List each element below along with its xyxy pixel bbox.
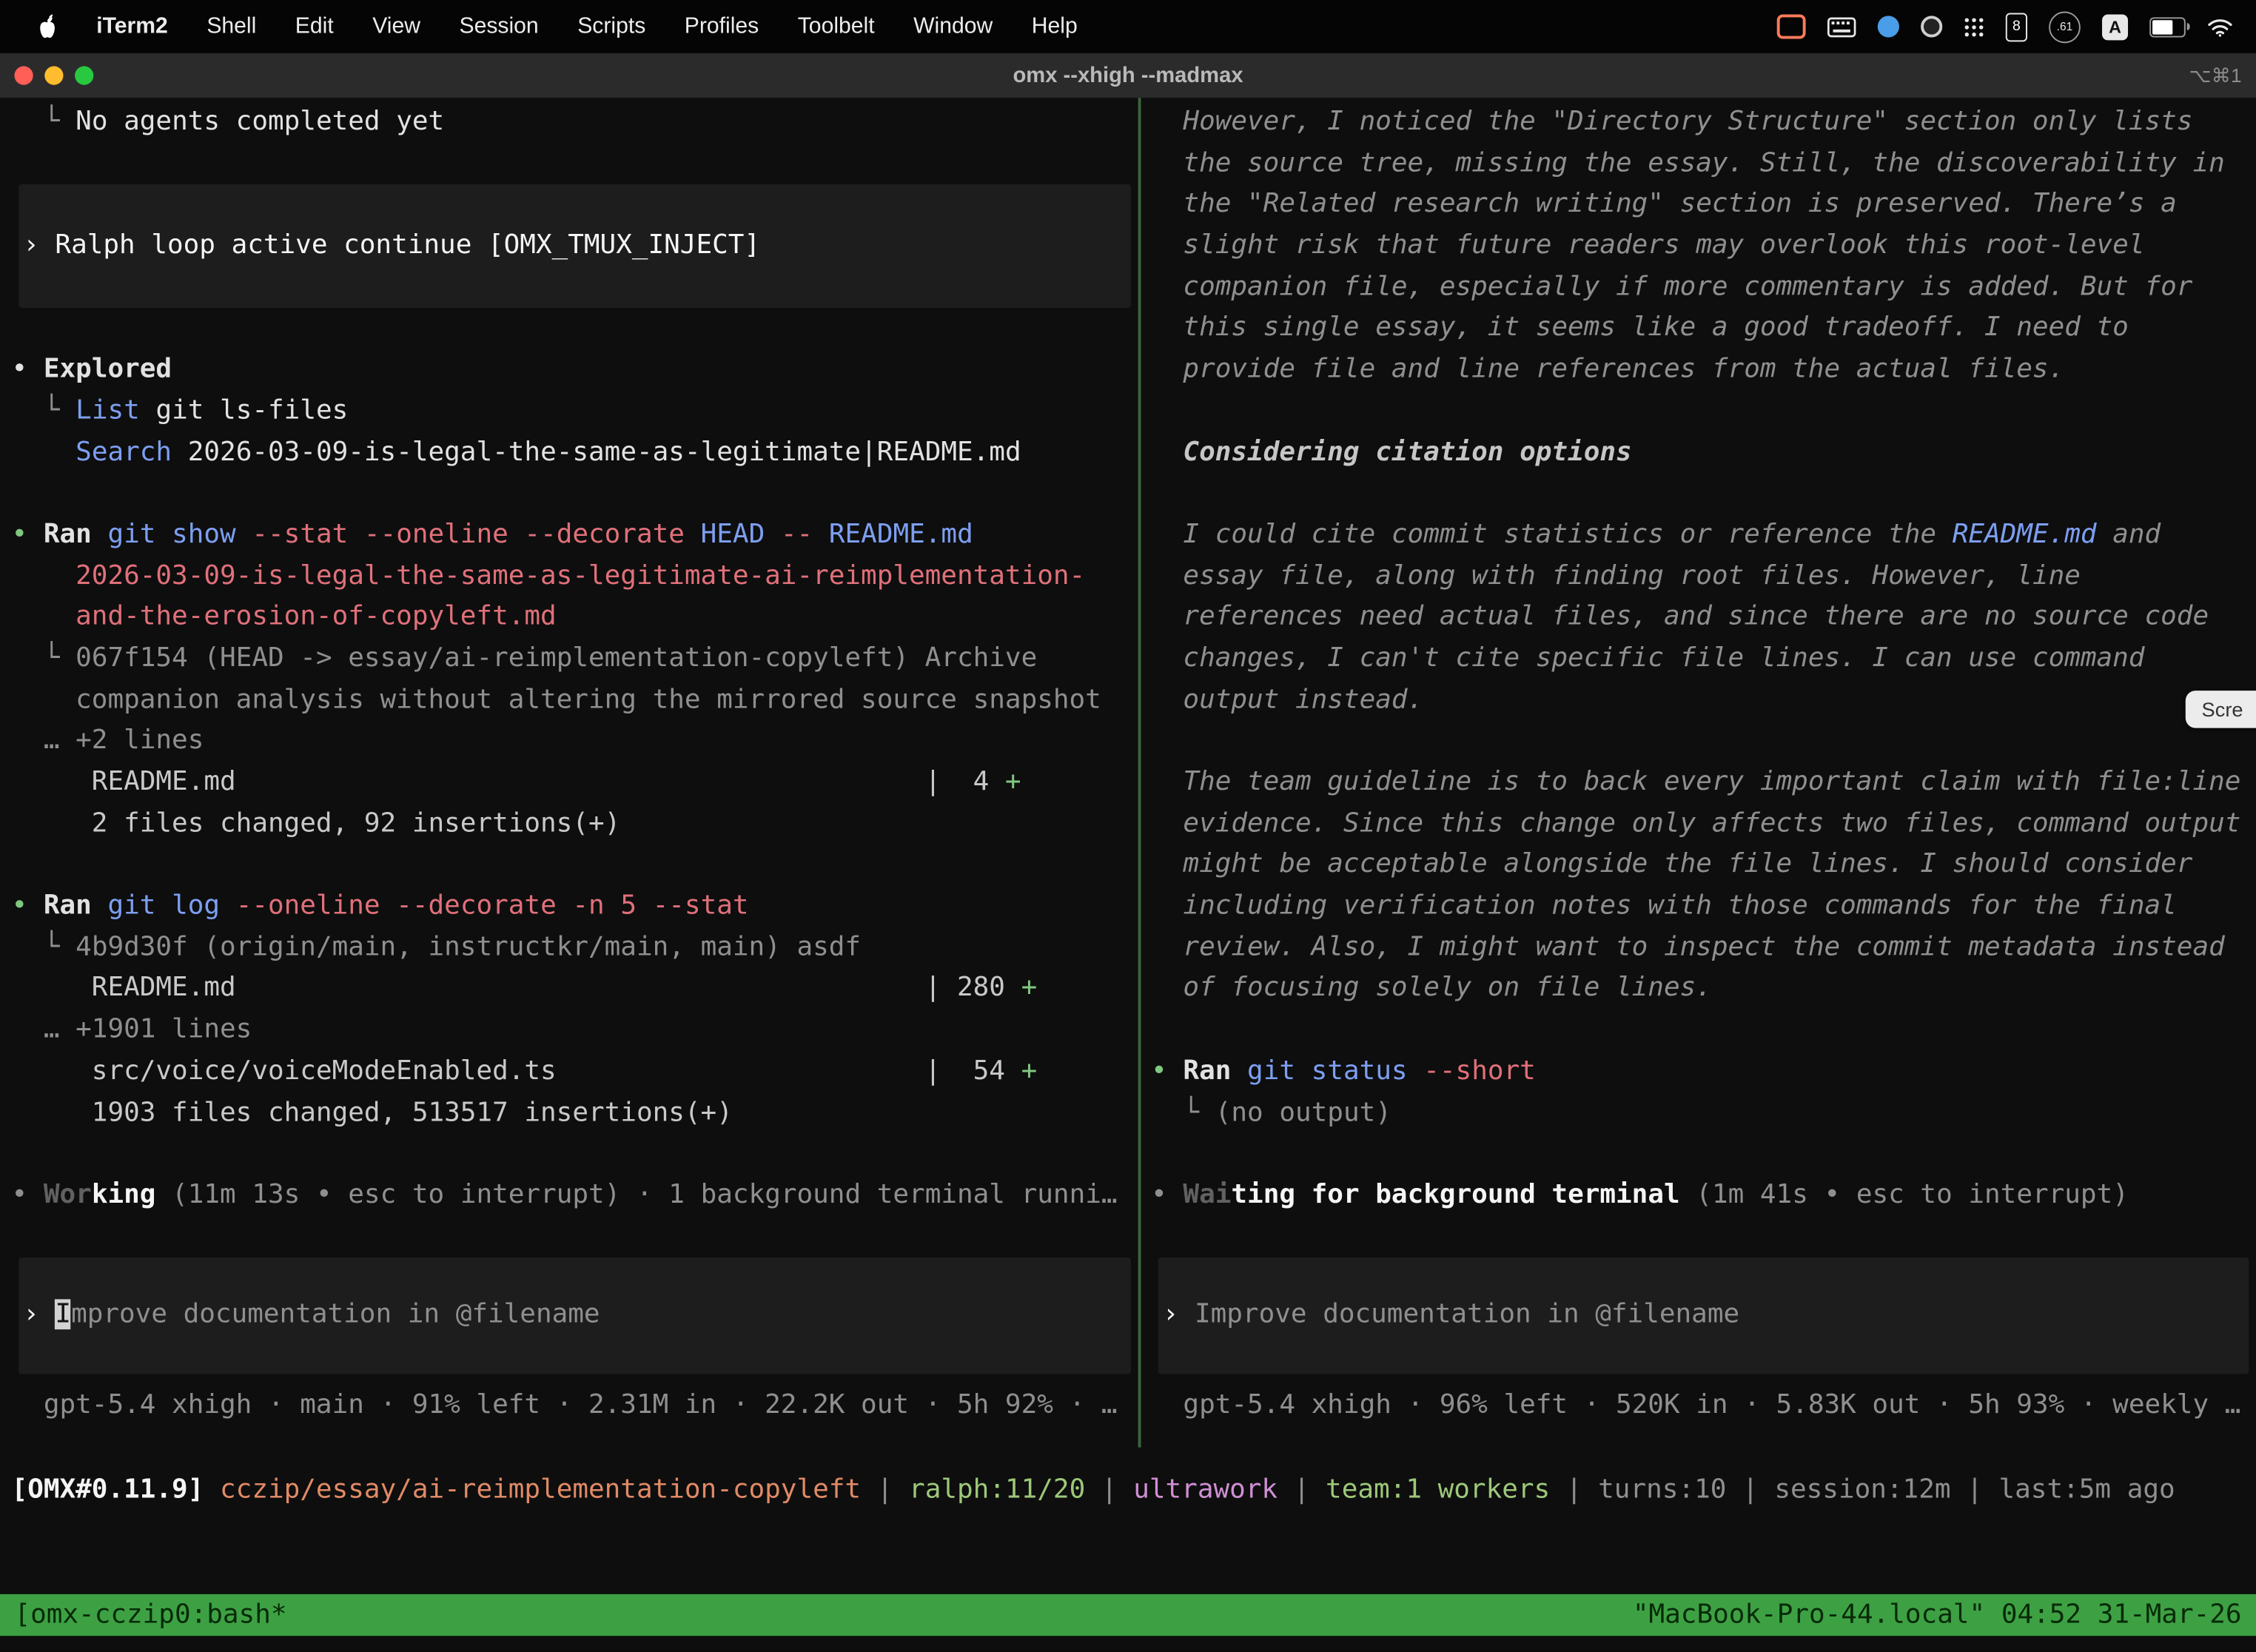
waiting-status-line: • Waiting for background terminal (1m 41… xyxy=(1151,1175,2256,1217)
thinking-line: including verification notes with those … xyxy=(1151,887,2256,928)
spacer-line xyxy=(1151,722,2256,763)
git-log-output-line: └ 4b9d30f (origin/main, instructkr/main,… xyxy=(12,927,1138,969)
screen: iTerm2 Shell Edit View Session Scripts P… xyxy=(0,0,2256,1652)
thinking-line: might be acceptable alongside the file l… xyxy=(1151,845,2256,887)
model-status-line: gpt-5.4 xhigh · main · 91% left · 2.31M … xyxy=(12,1386,1138,1428)
thinking-line: However, I noticed the "Directory Struct… xyxy=(1151,102,2256,144)
prompt-input-box[interactable]: › Improve documentation in @filename xyxy=(1158,1258,2249,1374)
omx-session-status-bar: [OMX#0.11.9] cczip/essay/ai-reimplementa… xyxy=(0,1450,2256,1594)
menu-session[interactable]: Session xyxy=(459,13,538,39)
terminal-window: └ No agents completed yet › Ralph loop a… xyxy=(0,98,2256,1651)
right-agent-pane[interactable]: However, I noticed the "Directory Struct… xyxy=(1141,98,2256,1450)
battery-nub xyxy=(2186,22,2190,30)
menu-scripts[interactable]: Scripts xyxy=(577,13,645,39)
model-status-line: gpt-5.4 xhigh · 96% left · 520K in · 5.8… xyxy=(1151,1386,2256,1427)
git-show-summary-line: 2 files changed, 92 insertions(+) xyxy=(12,804,1138,845)
app-grid-icon[interactable] xyxy=(1964,16,1984,36)
thinking-line: provide file and line references from th… xyxy=(1151,350,2256,392)
spacer-line xyxy=(1151,1134,2256,1175)
git-log-summary-line: 1903 files changed, 513517 insertions(+) xyxy=(12,1092,1138,1134)
macos-menu-bar: iTerm2 Shell Edit View Session Scripts P… xyxy=(0,0,2256,53)
explored-list-line: └ List git ls-files xyxy=(12,391,1138,432)
prompt-input-line[interactable]: › Improve documentation in @filename xyxy=(23,1295,600,1337)
ran-git-log-line: • Ran git log --oneline --decorate -n 5 … xyxy=(12,887,1138,928)
spacer-line xyxy=(12,1217,1138,1258)
spacer-line xyxy=(1151,1217,2256,1258)
git-show-output-line: companion analysis without altering the … xyxy=(12,680,1138,722)
thinking-line: references need actual files, and since … xyxy=(1151,597,2256,639)
menubar-app-name[interactable]: iTerm2 xyxy=(96,13,168,39)
battery-fill xyxy=(2152,19,2172,33)
phone-icon[interactable]: 8 xyxy=(2006,13,2027,41)
thinking-line: this single essay, it seems like a good … xyxy=(1151,309,2256,350)
wifi-icon[interactable] xyxy=(2207,16,2233,36)
ran-git-show-line: • Ran git show --stat --oneline --decora… xyxy=(12,515,1138,557)
thinking-line: review. Also, I might want to inspect th… xyxy=(1151,927,2256,969)
thinking-line: changes, I can't cite specific file line… xyxy=(1151,639,2256,680)
tmux-session-window-label: [omx-cczip0:bash* xyxy=(14,1600,286,1631)
thinking-line: The team guideline is to back every impo… xyxy=(1151,762,2256,804)
agents-status-line: └ No agents completed yet xyxy=(12,102,1138,144)
thinking-line: evidence. Since this change only affects… xyxy=(1151,804,2256,845)
explored-search-line: Search 2026-03-09-is-legal-the-same-as-l… xyxy=(12,432,1138,474)
keyboard-icon[interactable] xyxy=(1827,16,1856,36)
thinking-line: the source tree, missing the essay. Stil… xyxy=(1151,144,2256,185)
ralph-inject-banner: › Ralph loop active continue [OMX_TMUX_I… xyxy=(19,185,1131,309)
apple-logo-icon[interactable] xyxy=(38,14,58,38)
camera-lens-icon[interactable] xyxy=(1921,16,1942,37)
git-show-more-line: … +2 lines xyxy=(12,722,1138,763)
window-title: omx --xhigh --madmax xyxy=(0,64,2256,88)
thinking-line: slight risk that future readers may over… xyxy=(1151,226,2256,267)
git-show-arg-line: and-the-erosion-of-copyleft.md xyxy=(12,597,1138,639)
git-log-more-line: … +1901 lines xyxy=(12,1010,1138,1052)
git-status-output-line: └ (no output) xyxy=(1151,1092,2256,1134)
screen-share-overlay-button[interactable]: Scre xyxy=(2186,691,2256,728)
prompt-input-line[interactable]: › Improve documentation in @filename xyxy=(1163,1295,1739,1337)
menu-view[interactable]: View xyxy=(372,13,420,39)
spacer-line xyxy=(1151,391,2256,432)
spacer-line xyxy=(1151,474,2256,515)
ran-git-status-line: • Ran git status --short xyxy=(1151,1052,2256,1093)
tmux-host-clock-label: "MacBook-Pro-44.local" 04:52 31-Mar-26 xyxy=(1633,1600,2242,1631)
git-show-arg-line: 2026-03-09-is-legal-the-same-as-legitima… xyxy=(12,556,1138,597)
window-shortcut-badge: ⌥⌘1 xyxy=(2189,64,2241,87)
spacer-line xyxy=(12,1134,1138,1175)
ralph-inject-line: › Ralph loop active continue [OMX_TMUX_I… xyxy=(23,226,760,267)
blue-app-icon[interactable] xyxy=(1878,16,1899,37)
input-source-icon[interactable]: A xyxy=(2102,13,2128,39)
thinking-line: output instead. xyxy=(1151,680,2256,722)
thinking-line: I could cite commit statistics or refere… xyxy=(1151,515,2256,557)
thinking-heading-line: Considering citation options xyxy=(1151,432,2256,474)
thinking-line: of focusing solely on file lines. xyxy=(1151,969,2256,1010)
spacer-line xyxy=(12,309,1138,350)
menu-toolbelt[interactable]: Toolbelt xyxy=(798,13,875,39)
menu-help[interactable]: Help xyxy=(1032,13,1078,39)
screen-recording-icon[interactable] xyxy=(1777,14,1806,38)
git-show-stat-line: README.md | 4 + xyxy=(12,762,1138,804)
prompt-input-box[interactable]: › Improve documentation in @filename xyxy=(19,1258,1131,1374)
spacer-line xyxy=(12,845,1138,887)
window-title-bar[interactable]: omx --xhigh --madmax ⌥⌘1 xyxy=(0,53,2256,99)
spacer-line xyxy=(12,474,1138,515)
working-status-line: • Working (11m 13s • esc to interrupt) ·… xyxy=(12,1175,1138,1217)
explored-header-line: • Explored xyxy=(12,350,1138,392)
git-show-output-line: └ 067f154 (HEAD -> essay/ai-reimplementa… xyxy=(12,639,1138,680)
tmux-status-bar: [omx-cczip0:bash* "MacBook-Pro-44.local"… xyxy=(0,1594,2256,1636)
spacer-line xyxy=(12,144,1138,185)
git-log-stat-line: src/voice/voiceModeEnabled.ts | 54 + xyxy=(12,1052,1138,1093)
tmux-panes: └ No agents completed yet › Ralph loop a… xyxy=(0,98,2256,1450)
thinking-line: companion file, especially if more comme… xyxy=(1151,267,2256,309)
thinking-line: essay file, along with finding root file… xyxy=(1151,556,2256,597)
spacer-line xyxy=(1151,1010,2256,1052)
battery-percentage-icon[interactable]: .61 xyxy=(2049,11,2081,43)
git-log-stat-line: README.md | 280 + xyxy=(12,969,1138,1010)
left-agent-pane[interactable]: └ No agents completed yet › Ralph loop a… xyxy=(0,98,1138,1450)
menu-window[interactable]: Window xyxy=(913,13,993,39)
menu-profiles[interactable]: Profiles xyxy=(685,13,759,39)
menu-shell[interactable]: Shell xyxy=(207,13,256,39)
omx-session-status-line: [OMX#0.11.9] cczip/essay/ai-reimplementa… xyxy=(12,1471,2256,1512)
battery-icon[interactable] xyxy=(2149,16,2186,36)
thinking-line: the "Related research writing" section i… xyxy=(1151,185,2256,226)
menu-edit[interactable]: Edit xyxy=(295,13,334,39)
